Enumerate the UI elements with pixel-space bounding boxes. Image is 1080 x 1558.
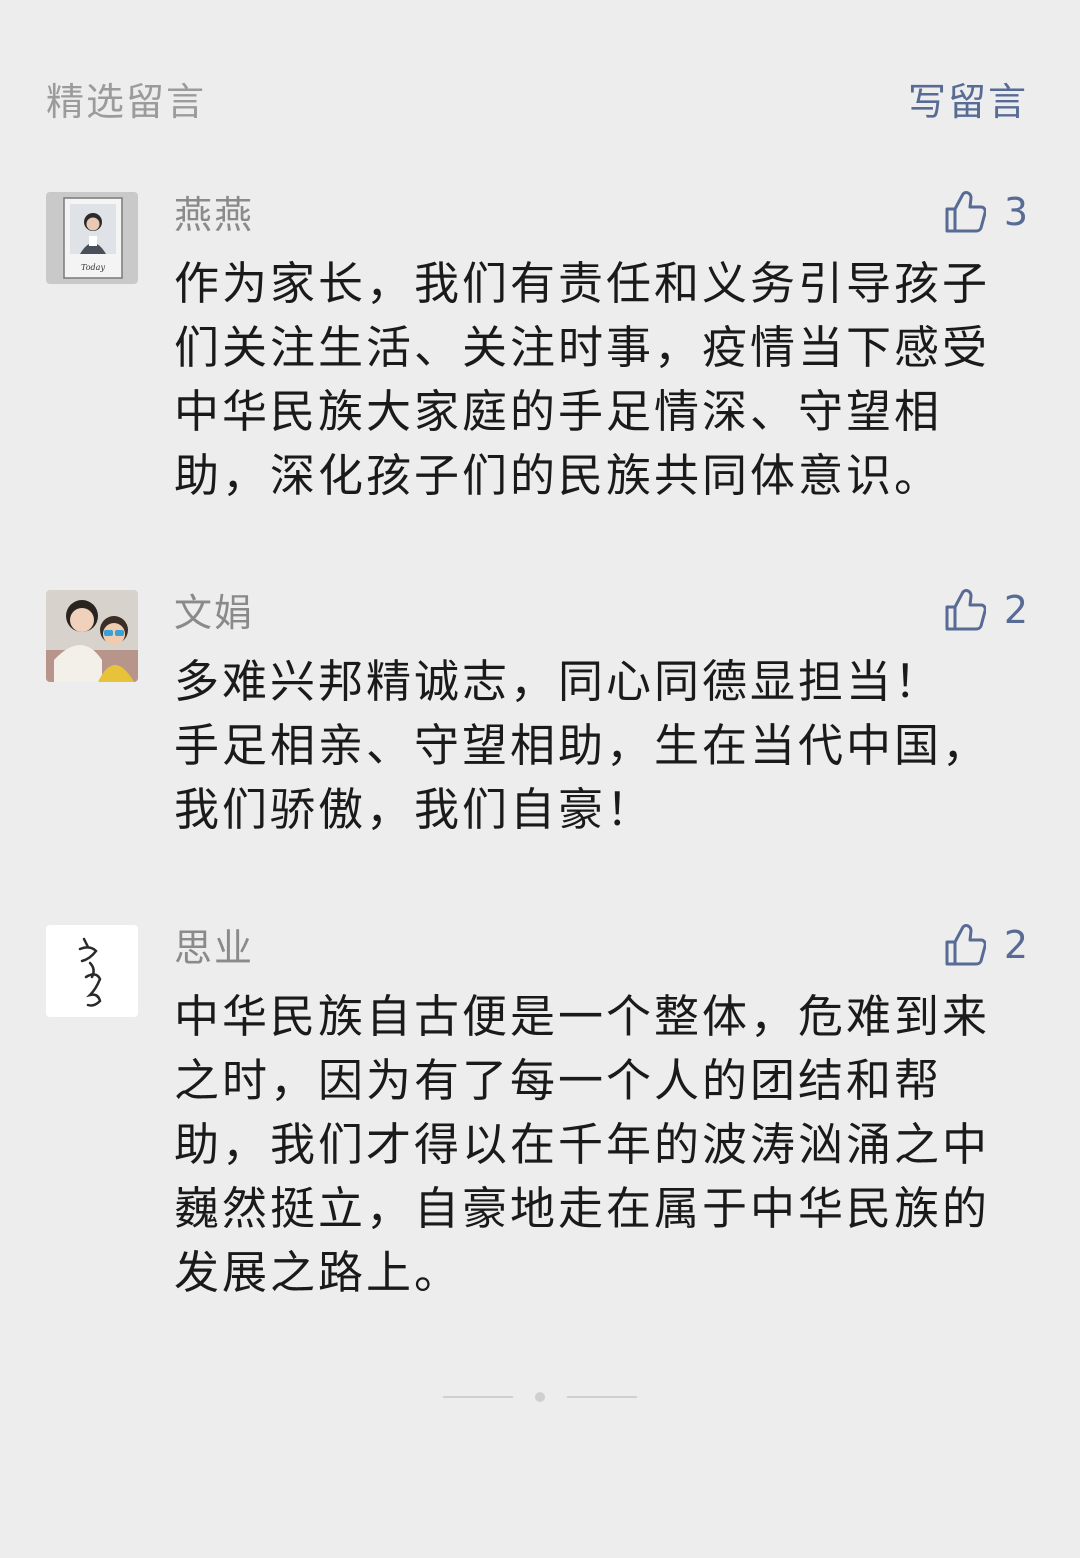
comment-text: 多难兴邦精诚志，同心同德显担当！ 手足相亲、守望相助，生在当代中国， 我们骄傲，… bbox=[174, 655, 991, 836]
write-comment-button[interactable]: 写留言 bbox=[908, 71, 1028, 126]
pager-dot bbox=[535, 1392, 545, 1402]
avatar[interactable] bbox=[46, 590, 138, 682]
like-count: 3 bbox=[1003, 190, 1028, 234]
like-button[interactable]: 2 bbox=[944, 584, 1028, 636]
section-title: 精选留言 bbox=[46, 79, 207, 124]
comment-text: 中华民族自古便是一个整体，危难到来 之时，因为有了每一个人的团结和帮 助，我们才… bbox=[174, 990, 991, 1299]
thumbs-up-icon bbox=[944, 588, 986, 632]
comment-item: 文娟 2 多难兴邦精诚志，同心同德显担当！ 手足相亲、守望相助，生在当代中国， … bbox=[46, 588, 1028, 840]
like-count: 2 bbox=[1003, 923, 1028, 967]
avatar-photo bbox=[46, 590, 138, 682]
pagination-indicator bbox=[0, 1388, 1080, 1406]
avatar[interactable] bbox=[46, 925, 138, 1017]
like-button[interactable]: 3 bbox=[944, 186, 1028, 238]
avatar[interactable]: Today bbox=[46, 192, 138, 284]
nickname[interactable]: 文娟 bbox=[174, 590, 254, 636]
like-count: 2 bbox=[1003, 588, 1028, 632]
thumbs-up-icon bbox=[944, 190, 986, 234]
nickname[interactable]: 思业 bbox=[174, 925, 254, 971]
avatar-photo: Today bbox=[46, 192, 138, 284]
like-button[interactable]: 2 bbox=[944, 919, 1028, 971]
comment-item: 思业 2 中华民族自古便是一个整体，危难到来 之时，因为有了每一个人的团结和帮 … bbox=[46, 923, 1028, 1305]
nickname[interactable]: 燕燕 bbox=[174, 192, 254, 238]
comment-item: Today 燕燕 3 作为家长，我们有责任和义务引导孩子 们关注生活、关注时事，… bbox=[46, 190, 1028, 522]
pager-line bbox=[567, 1396, 637, 1398]
comments-header: 精选留言 写留言 bbox=[46, 70, 1028, 126]
pager-line bbox=[443, 1396, 513, 1398]
avatar-calligraphy bbox=[46, 925, 138, 1017]
comment-text: 作为家长，我们有责任和义务引导孩子 们关注生活、关注时事，疫情当下感受 中华民族… bbox=[174, 257, 991, 502]
thumbs-up-icon bbox=[944, 923, 986, 967]
svg-text:Today: Today bbox=[81, 263, 105, 272]
